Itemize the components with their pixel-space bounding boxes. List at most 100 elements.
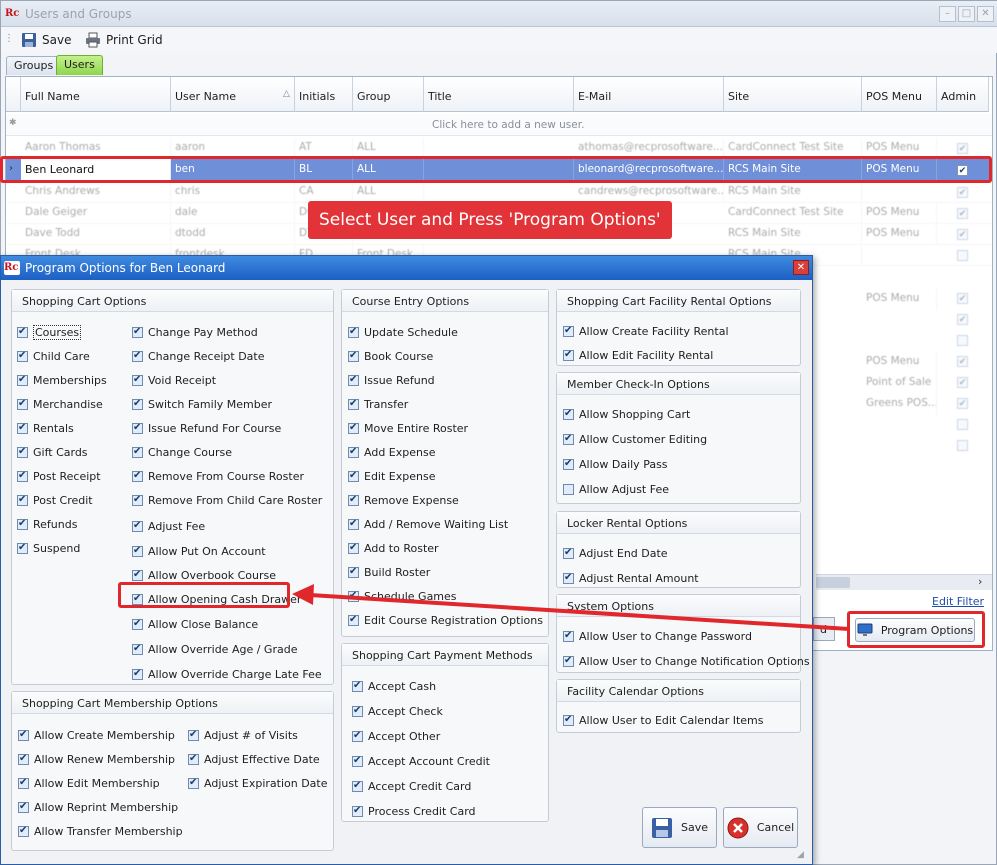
checkbox[interactable] [132, 643, 143, 655]
option-accept-cash[interactable]: Accept Cash [352, 674, 490, 699]
checkbox[interactable] [17, 470, 28, 482]
checkbox[interactable] [17, 350, 28, 362]
admin-checkbox[interactable] [957, 419, 968, 430]
checkbox[interactable] [17, 494, 28, 506]
checkbox[interactable] [188, 777, 199, 789]
option-move-entire-roster[interactable]: Move Entire Roster [348, 416, 543, 440]
checkbox[interactable] [352, 680, 363, 692]
option-allow-transfer-membership[interactable]: Allow Transfer Membership [18, 819, 183, 843]
option-suspend[interactable]: Suspend [17, 536, 107, 560]
hidden-button-fragment[interactable]: d [813, 617, 835, 641]
option-process-credit-card[interactable]: Process Credit Card [352, 799, 490, 824]
column-header[interactable]: Site [724, 77, 862, 112]
option-book-course[interactable]: Book Course [348, 344, 543, 368]
checkbox[interactable] [17, 518, 28, 530]
horizontal-scrollbar[interactable]: › [816, 574, 992, 590]
checkbox[interactable] [132, 545, 143, 557]
checkbox[interactable] [348, 566, 359, 578]
option-edit-expense[interactable]: Edit Expense [348, 464, 543, 488]
option-allow-edit-facility-rental[interactable]: Allow Edit Facility Rental [563, 343, 729, 367]
option-allow-shopping-cart[interactable]: Allow Shopping Cart [563, 402, 707, 427]
checkbox[interactable] [348, 326, 359, 338]
checkbox[interactable] [563, 484, 574, 495]
option-void-receipt[interactable]: Void Receipt [132, 368, 322, 392]
dialog-save-button[interactable]: Save [642, 807, 717, 848]
checkbox[interactable] [563, 714, 574, 726]
option-edit-course-registration[interactable]: Edit Course Registration Options [348, 608, 543, 632]
option-allow-customer-editing[interactable]: Allow Customer Editing [563, 427, 707, 452]
admin-checkbox[interactable] [957, 398, 968, 409]
option-waiting-list[interactable]: Add / Remove Waiting List [348, 512, 543, 536]
checkbox[interactable] [132, 374, 143, 386]
checkbox[interactable] [348, 518, 359, 530]
admin-checkbox[interactable] [957, 229, 968, 240]
checkbox[interactable] [132, 494, 143, 506]
checkbox[interactable] [132, 350, 143, 362]
new-row[interactable]: ✱ Click here to add a new user. [6, 114, 992, 136]
admin-checkbox[interactable] [957, 377, 968, 388]
option-change-notification-options[interactable]: Allow User to Change Notification Option… [563, 649, 810, 674]
print-grid-button[interactable]: Print Grid [85, 29, 163, 51]
checkbox[interactable] [348, 590, 359, 602]
checkbox[interactable] [18, 729, 29, 741]
option-change-course[interactable]: Change Course [132, 440, 322, 464]
column-header[interactable]: Title [424, 77, 574, 112]
option-issue-refund-for-course[interactable]: Issue Refund For Course [132, 416, 322, 440]
checkbox[interactable] [18, 825, 29, 837]
checkbox[interactable] [17, 542, 28, 554]
checkbox[interactable] [188, 729, 199, 741]
option-allow-close-balance[interactable]: Allow Close Balance [132, 612, 322, 637]
option-accept-credit-card[interactable]: Accept Credit Card [352, 774, 490, 799]
option-allow-create-facility-rental[interactable]: Allow Create Facility Rental [563, 319, 729, 343]
checkbox[interactable] [132, 520, 143, 532]
checkbox[interactable] [352, 780, 363, 792]
admin-checkbox[interactable] [957, 314, 968, 325]
option-switch-family-member[interactable]: Switch Family Member [132, 392, 322, 416]
option-transfer[interactable]: Transfer [348, 392, 543, 416]
option-allow-adjust-fee[interactable]: Allow Adjust Fee [563, 477, 707, 502]
option-schedule-games[interactable]: Schedule Games [348, 584, 543, 608]
admin-checkbox[interactable] [957, 335, 968, 346]
option-change-pay-method[interactable]: Change Pay Method [132, 320, 322, 344]
tab-users[interactable]: Users [56, 55, 103, 75]
tab-groups[interactable]: Groups [6, 56, 62, 75]
checkbox[interactable] [17, 374, 28, 386]
option-post-credit[interactable]: Post Credit [17, 488, 107, 512]
option-remove-from-course-roster[interactable]: Remove From Course Roster [132, 464, 322, 488]
option-allow-daily-pass[interactable]: Allow Daily Pass [563, 452, 707, 477]
checkbox[interactable] [352, 730, 363, 742]
option-post-receipt[interactable]: Post Receipt [17, 464, 107, 488]
checkbox[interactable] [17, 422, 28, 434]
minimize-icon[interactable]: – [939, 6, 956, 22]
column-header[interactable]: Initials [295, 77, 353, 112]
checkbox[interactable] [17, 326, 28, 338]
checkbox[interactable] [348, 614, 359, 626]
admin-checkbox[interactable] [957, 250, 968, 261]
option-allow-create-membership[interactable]: Allow Create Membership [18, 723, 183, 747]
checkbox[interactable] [18, 801, 29, 813]
admin-checkbox[interactable] [957, 440, 968, 451]
option-add-to-roster[interactable]: Add to Roster [348, 536, 543, 560]
column-header[interactable]: E-Mail [574, 77, 724, 112]
admin-checkbox[interactable] [957, 187, 968, 198]
option-adjust-fee[interactable]: Adjust Fee [132, 513, 322, 539]
option-allow-put-on-account[interactable]: Allow Put On Account [132, 539, 322, 563]
option-change-receipt-date[interactable]: Change Receipt Date [132, 344, 322, 368]
checkbox[interactable] [352, 805, 363, 817]
checkbox[interactable] [352, 755, 363, 767]
checkbox[interactable] [348, 446, 359, 458]
checkbox[interactable] [563, 349, 574, 361]
scroll-right-icon[interactable]: › [978, 575, 982, 588]
checkbox[interactable] [563, 630, 574, 642]
option-adjust-rental-amount[interactable]: Adjust Rental Amount [563, 566, 699, 591]
option-change-password[interactable]: Allow User to Change Password [563, 624, 810, 649]
option-adjust-visits[interactable]: Adjust # of Visits [188, 723, 328, 747]
option-rentals[interactable]: Rentals [17, 416, 107, 440]
save-toolbar-button[interactable]: Save [21, 29, 71, 51]
option-adjust-end-date[interactable]: Adjust End Date [563, 541, 699, 566]
resize-grip-icon[interactable]: ◢ [797, 850, 804, 860]
checkbox[interactable] [17, 446, 28, 458]
option-remove-expense[interactable]: Remove Expense [348, 488, 543, 512]
dialog-close-icon[interactable]: ✕ [793, 260, 809, 275]
scrollbar-thumb[interactable] [816, 577, 850, 588]
